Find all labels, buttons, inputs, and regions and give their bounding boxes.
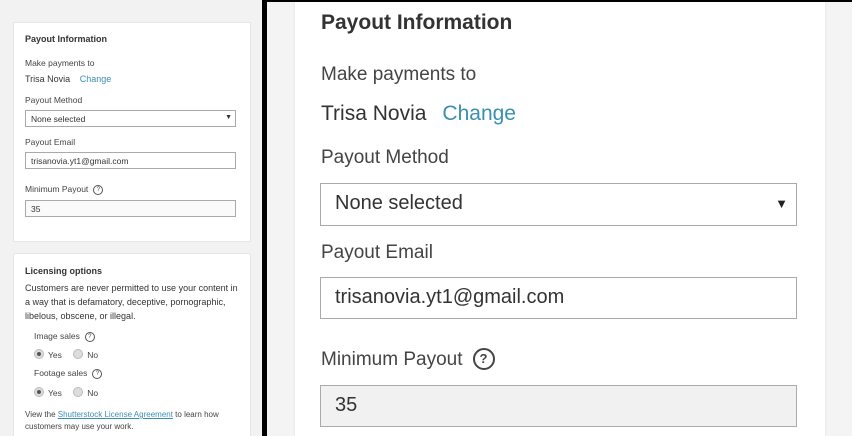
licensing-description: Customers are never permitted to use you… (25, 283, 238, 321)
payout-section-title: Payout Information (25, 34, 108, 44)
zoom-payee-name: Trisa Novia (321, 102, 427, 125)
zoom-payout-title: Payout Information (321, 11, 513, 34)
zoom-make-payments-label: Make payments to (321, 64, 477, 85)
license-agreement-link[interactable]: Shutterstock License Agreement (58, 410, 173, 419)
license-footer-text: View the Shutterstock License Agreement … (25, 409, 240, 433)
zoomed-payout-card: Payout Information Make payments to Tris… (295, 2, 825, 436)
image-sales-radio-group: Yes No (34, 349, 98, 360)
caret-down-icon: ▼ (775, 196, 788, 211)
payout-method-label: Payout Method (25, 95, 83, 105)
image-sales-no-option[interactable]: No (73, 349, 99, 360)
payout-method-value: None selected (31, 114, 86, 124)
footage-sales-label: Footage sales (34, 368, 88, 378)
yes-label: Yes (48, 350, 62, 360)
payout-email-label: Payout Email (25, 137, 76, 147)
zoom-minimum-payout-label: Minimum Payout (321, 349, 463, 370)
question-circle-icon[interactable]: ? (84, 332, 95, 342)
no-label: No (87, 388, 99, 398)
change-payee-link[interactable]: Change (80, 74, 112, 84)
radio-selected-icon[interactable] (34, 387, 44, 397)
zoom-minimum-payout-input[interactable]: 35 (320, 385, 797, 427)
radio-unselected-icon[interactable] (73, 349, 84, 359)
minimum-payout-value: 35 (31, 204, 41, 214)
footage-sales-yes-option[interactable]: Yes (34, 387, 62, 398)
payout-information-card: Payout Information Make payments to Tris… (13, 22, 251, 242)
yes-label: Yes (48, 388, 62, 398)
image-sales-label: Image sales (34, 331, 80, 341)
zoom-change-payee-link[interactable]: Change (442, 102, 516, 125)
question-circle-icon[interactable]: ? (93, 185, 104, 195)
no-label: No (87, 350, 99, 360)
minimum-payout-label: Minimum Payout (25, 184, 89, 194)
zoom-payout-email-label: Payout Email (321, 242, 433, 263)
settings-panel: Payout Information Make payments to Tris… (0, 0, 262, 436)
question-circle-icon[interactable]: ? (92, 369, 103, 379)
payee-name: Trisa Novia (25, 74, 71, 84)
minimum-payout-input[interactable]: 35 (25, 200, 236, 217)
zoom-payout-method-value: None selected (335, 192, 463, 214)
caret-down-icon: ▼ (225, 114, 232, 121)
payout-email-input[interactable]: trisanovia.yt1@gmail.com (25, 152, 236, 169)
zoom-payout-email-input[interactable]: trisanovia.yt1@gmail.com (320, 277, 797, 319)
zoom-payout-method-label: Payout Method (321, 147, 449, 168)
radio-selected-icon[interactable] (34, 349, 44, 359)
footage-sales-no-option[interactable]: No (73, 387, 99, 398)
zoom-payout-method-select[interactable]: None selected ▼ (320, 183, 797, 226)
footer-prefix: View the (25, 410, 58, 419)
footage-sales-radio-group: Yes No (34, 387, 98, 398)
zoom-minimum-payout-value: 35 (335, 394, 358, 416)
zoom-payout-email-value: trisanovia.yt1@gmail.com (335, 286, 565, 308)
zoomed-payout-panel: Payout Information Make payments to Tris… (267, 2, 852, 436)
licensing-options-card: Licensing options Customers are never pe… (13, 253, 251, 436)
radio-unselected-icon[interactable] (73, 387, 84, 397)
make-payments-label: Make payments to (25, 58, 95, 68)
licensing-section-title: Licensing options (25, 266, 103, 276)
payout-method-select[interactable]: None selected ▼ (25, 110, 236, 127)
image-sales-yes-option[interactable]: Yes (34, 349, 62, 360)
question-circle-icon[interactable]: ? (472, 348, 495, 370)
payout-email-value: trisanovia.yt1@gmail.com (31, 156, 129, 166)
